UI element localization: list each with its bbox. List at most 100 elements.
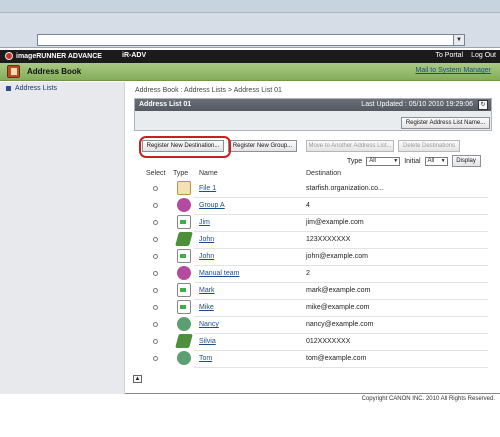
select-column-header: Select — [146, 170, 166, 177]
panel-header: Address List 01 Last Updated : 05/10 201… — [135, 99, 491, 111]
radio-button[interactable] — [153, 322, 158, 327]
log-out-link[interactable]: Log Out — [471, 52, 496, 59]
folder-icon — [175, 232, 193, 246]
brand: imageRUNNER ADVANCE — [5, 52, 102, 60]
destination-name-link[interactable]: Nancy — [199, 321, 219, 328]
type-filter-label: Type — [347, 157, 363, 165]
table-row[interactable]: Nancy nancy@example.com — [143, 317, 488, 334]
sidebar-item-address-lists[interactable]: Address Lists — [6, 85, 57, 92]
folder-icon — [175, 334, 193, 348]
destination-name-link[interactable]: File 1 — [199, 185, 216, 192]
register-address-list-name-button[interactable]: Register Address List Name... — [401, 117, 490, 129]
bullet-square-icon — [6, 86, 11, 91]
address-list-main: Address Book : Address Lists > Address L… — [125, 82, 500, 394]
mail-icon — [177, 249, 191, 263]
destination-value: mike@example.com — [306, 304, 370, 311]
brand-label: imageRUNNER ADVANCE — [16, 52, 102, 60]
table-row[interactable]: Group A 4 — [143, 198, 488, 215]
file-icon — [177, 181, 191, 195]
destination-value: tom@example.com — [306, 355, 367, 362]
radio-button[interactable] — [153, 356, 158, 361]
register-new-group-button[interactable]: Register New Group... — [228, 140, 297, 152]
filter-row: Type All Initial All Display — [347, 155, 481, 167]
initial-filter-select[interactable]: All — [424, 156, 448, 166]
scroll-to-top-icon[interactable]: ▲ — [133, 375, 142, 383]
destination-value: jim@example.com — [306, 219, 364, 226]
sidebar-item-label: Address Lists — [15, 85, 58, 92]
globe-icon — [177, 351, 191, 365]
mail-icon — [177, 300, 191, 314]
copyright-text: Copyright CANON INC. 2010 All Rights Res… — [361, 396, 495, 402]
canon-logo-icon — [5, 52, 13, 60]
address-book-icon — [7, 65, 20, 78]
destination-name-link[interactable]: Mike — [199, 304, 214, 311]
destination-value: 012XXXXXXX — [306, 338, 351, 345]
table-row[interactable]: John john@example.com — [143, 249, 488, 266]
destination-value: john@example.com — [306, 253, 368, 260]
globe-icon — [177, 317, 191, 331]
table-row[interactable]: Silvia 012XXXXXXX — [143, 334, 488, 351]
destination-name-link[interactable]: Jim — [199, 219, 210, 226]
group-icon — [177, 266, 191, 280]
to-portal-link[interactable]: To Portal — [435, 52, 463, 59]
initial-filter-label: Initial — [404, 157, 421, 165]
destination-value: 2 — [306, 270, 310, 277]
sidebar: Address Lists — [0, 82, 125, 394]
page-title: Address Book — [27, 67, 82, 76]
destination-name-link[interactable]: Silvia — [199, 338, 216, 345]
table-row[interactable]: Tom tom@example.com — [143, 351, 488, 368]
browser-toolbar — [0, 0, 500, 13]
radio-button[interactable] — [153, 203, 158, 208]
group-icon — [177, 198, 191, 212]
destination-name-link[interactable]: John — [199, 253, 214, 260]
table-row[interactable]: Mike mike@example.com — [143, 300, 488, 317]
radio-button[interactable] — [153, 237, 158, 242]
destination-name-link[interactable]: Mark — [199, 287, 215, 294]
table-row[interactable]: File 1 starfish.organization.co... — [143, 181, 488, 198]
radio-button[interactable] — [153, 271, 158, 276]
address-table-header: Select Type Name Destination — [143, 170, 488, 180]
destination-name-link[interactable]: Tom — [199, 355, 212, 362]
destination-value: nancy@example.com — [306, 321, 374, 328]
destination-value: starfish.organization.co... — [306, 185, 384, 192]
refresh-icon[interactable]: ↻ — [478, 100, 488, 110]
radio-button[interactable] — [153, 254, 158, 259]
destination-value: 4 — [306, 202, 310, 209]
destination-column-header: Destination — [306, 170, 342, 177]
radio-button[interactable] — [153, 339, 158, 344]
destination-value: mark@example.com — [306, 287, 371, 294]
row-divider — [194, 367, 488, 368]
last-updated-text: Last Updated : 05/10 2010 19:29:06 — [361, 101, 473, 108]
radio-button[interactable] — [153, 220, 158, 225]
device-name: iR-ADV — [122, 52, 147, 59]
table-row[interactable]: Manual team 2 — [143, 266, 488, 283]
type-filter-select[interactable]: All — [366, 156, 401, 166]
radio-button[interactable] — [153, 186, 158, 191]
address-list-panel: Address List 01 Last Updated : 05/10 201… — [134, 98, 492, 131]
destination-name-link[interactable]: Manual team — [199, 270, 239, 277]
footer: Copyright CANON INC. 2010 All Rights Res… — [0, 394, 500, 437]
chevron-down-icon[interactable]: ▼ — [453, 35, 464, 45]
move-to-address-list-button[interactable]: Move to Another Address List... — [306, 140, 394, 152]
panel-title: Address List 01 — [139, 101, 192, 108]
mail-icon — [177, 215, 191, 229]
destination-name-link[interactable]: John — [199, 236, 214, 243]
radio-button[interactable] — [153, 288, 158, 293]
destination-name-link[interactable]: Group A — [199, 202, 225, 209]
page-titlebar: Address Book Mail to System Manager — [0, 63, 500, 81]
mail-icon — [177, 283, 191, 297]
display-button[interactable]: Display — [451, 155, 481, 167]
name-column-header: Name — [199, 170, 218, 177]
table-row[interactable]: John 123XXXXXXX — [143, 232, 488, 249]
table-row[interactable]: Mark mark@example.com — [143, 283, 488, 300]
breadcrumb: Address Book : Address Lists > Address L… — [135, 87, 282, 94]
table-row[interactable]: Jim jim@example.com — [143, 215, 488, 232]
delete-destinations-button[interactable]: Delete Destinations — [398, 140, 460, 152]
browser-chrome: ▼ — [0, 0, 500, 48]
register-button-highlight — [139, 136, 231, 158]
type-column-header: Type — [173, 170, 189, 177]
mail-system-manager-link[interactable]: Mail to System Manager — [416, 67, 491, 74]
top-navigation: imageRUNNER ADVANCE iR-ADV To Portal Log… — [0, 50, 500, 63]
radio-button[interactable] — [153, 305, 158, 310]
browser-address-bar[interactable]: ▼ — [37, 34, 465, 46]
